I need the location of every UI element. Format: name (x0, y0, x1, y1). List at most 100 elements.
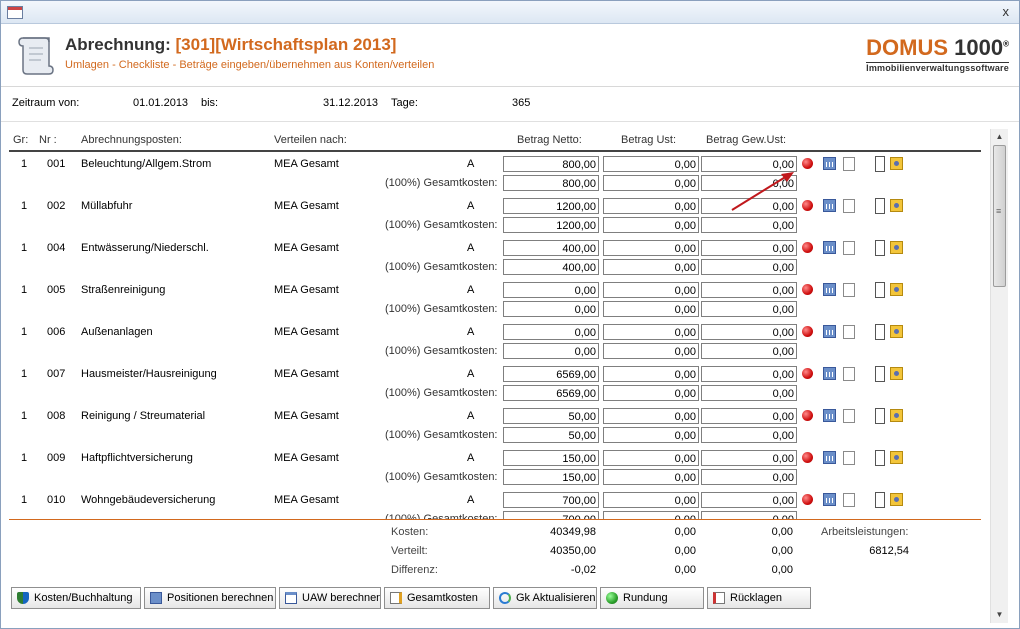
row-option-box[interactable] (875, 282, 885, 298)
row-checkbox[interactable] (843, 409, 855, 423)
calculator-icon[interactable] (823, 199, 836, 212)
record-dot-icon[interactable] (802, 158, 813, 169)
scroll-down-arrow[interactable]: ▼ (991, 607, 1008, 623)
gesamt-gew-input[interactable]: 0,00 (701, 343, 797, 359)
gesamt-ust-input[interactable]: 0,00 (603, 427, 699, 443)
vertical-scrollbar[interactable]: ▲ ▼ (990, 129, 1008, 623)
gesamt-netto-input[interactable]: 400,00 (503, 259, 599, 275)
row-checkbox[interactable] (843, 241, 855, 255)
gesamt-gew-input[interactable]: 0,00 (701, 217, 797, 233)
gesamt-netto-input[interactable]: 800,00 (503, 175, 599, 191)
ust-input[interactable]: 0,00 (603, 408, 699, 424)
record-dot-icon[interactable] (802, 368, 813, 379)
person-icon[interactable] (890, 451, 903, 464)
ust-input[interactable]: 0,00 (603, 324, 699, 340)
netto-input[interactable]: 0,00 (503, 324, 599, 340)
netto-input[interactable]: 700,00 (503, 492, 599, 508)
record-dot-icon[interactable] (802, 200, 813, 211)
gesamt-netto-input[interactable]: 6569,00 (503, 385, 599, 401)
person-icon[interactable] (890, 493, 903, 506)
netto-input[interactable]: 6569,00 (503, 366, 599, 382)
gew-ust-input[interactable]: 0,00 (701, 492, 797, 508)
calculator-icon[interactable] (823, 493, 836, 506)
row-option-box[interactable] (875, 156, 885, 172)
gesamt-gew-input[interactable]: 0,00 (701, 427, 797, 443)
row-checkbox[interactable] (843, 493, 855, 507)
gew-ust-input[interactable]: 0,00 (701, 324, 797, 340)
gesamt-gew-input[interactable]: 0,00 (701, 469, 797, 485)
calculator-icon[interactable] (823, 451, 836, 464)
gesamt-netto-input[interactable]: 0,00 (503, 301, 599, 317)
gesamt-ust-input[interactable]: 0,00 (603, 175, 699, 191)
netto-input[interactable]: 50,00 (503, 408, 599, 424)
row-checkbox[interactable] (843, 157, 855, 171)
ust-input[interactable]: 0,00 (603, 450, 699, 466)
gesamt-netto-input[interactable]: 700,00 (503, 511, 599, 519)
row-checkbox[interactable] (843, 325, 855, 339)
row-checkbox[interactable] (843, 283, 855, 297)
ust-input[interactable]: 0,00 (603, 198, 699, 214)
row-checkbox[interactable] (843, 451, 855, 465)
person-icon[interactable] (890, 325, 903, 338)
gesamt-netto-input[interactable]: 50,00 (503, 427, 599, 443)
close-button[interactable]: x (1003, 4, 1010, 19)
person-icon[interactable] (890, 241, 903, 254)
person-icon[interactable] (890, 367, 903, 380)
row-option-box[interactable] (875, 240, 885, 256)
ust-input[interactable]: 0,00 (603, 282, 699, 298)
button-kosten-buchhaltung[interactable]: Kosten/Buchhaltung (11, 587, 141, 609)
gesamt-ust-input[interactable]: 0,00 (603, 343, 699, 359)
record-dot-icon[interactable] (802, 242, 813, 253)
gew-ust-input[interactable]: 0,00 (701, 156, 797, 172)
gew-ust-input[interactable]: 0,00 (701, 408, 797, 424)
gesamt-ust-input[interactable]: 0,00 (603, 259, 699, 275)
calculator-icon[interactable] (823, 409, 836, 422)
gew-ust-input[interactable]: 0,00 (701, 198, 797, 214)
netto-input[interactable]: 150,00 (503, 450, 599, 466)
button-gk-aktualisieren[interactable]: Gk Aktualisieren (493, 587, 597, 609)
row-option-box[interactable] (875, 408, 885, 424)
scroll-thumb[interactable] (993, 145, 1006, 287)
person-icon[interactable] (890, 283, 903, 296)
gesamt-netto-input[interactable]: 0,00 (503, 343, 599, 359)
button-positionen-berechnen[interactable]: Positionen berechnen (144, 587, 276, 609)
netto-input[interactable]: 400,00 (503, 240, 599, 256)
scroll-up-arrow[interactable]: ▲ (991, 129, 1008, 145)
calculator-icon[interactable] (823, 367, 836, 380)
row-option-box[interactable] (875, 198, 885, 214)
ust-input[interactable]: 0,00 (603, 156, 699, 172)
person-icon[interactable] (890, 157, 903, 170)
button-rundung[interactable]: Rundung (600, 587, 704, 609)
record-dot-icon[interactable] (802, 494, 813, 505)
calculator-icon[interactable] (823, 241, 836, 254)
record-dot-icon[interactable] (802, 410, 813, 421)
row-option-box[interactable] (875, 492, 885, 508)
record-dot-icon[interactable] (802, 284, 813, 295)
person-icon[interactable] (890, 409, 903, 422)
button-uaw-berechnen[interactable]: UAW berechnen (279, 587, 381, 609)
gesamt-gew-input[interactable]: 0,00 (701, 511, 797, 519)
calculator-icon[interactable] (823, 325, 836, 338)
button-gesamtkosten[interactable]: Gesamtkosten (384, 587, 490, 609)
gesamt-gew-input[interactable]: 0,00 (701, 175, 797, 191)
row-checkbox[interactable] (843, 367, 855, 381)
netto-input[interactable]: 0,00 (503, 282, 599, 298)
gew-ust-input[interactable]: 0,00 (701, 282, 797, 298)
row-option-box[interactable] (875, 324, 885, 340)
button-rücklagen[interactable]: Rücklagen (707, 587, 811, 609)
ust-input[interactable]: 0,00 (603, 492, 699, 508)
ust-input[interactable]: 0,00 (603, 240, 699, 256)
calculator-icon[interactable] (823, 283, 836, 296)
gesamt-gew-input[interactable]: 0,00 (701, 385, 797, 401)
row-option-box[interactable] (875, 366, 885, 382)
gesamt-gew-input[interactable]: 0,00 (701, 259, 797, 275)
gesamt-gew-input[interactable]: 0,00 (701, 301, 797, 317)
gesamt-ust-input[interactable]: 0,00 (603, 385, 699, 401)
gesamt-ust-input[interactable]: 0,00 (603, 469, 699, 485)
record-dot-icon[interactable] (802, 326, 813, 337)
record-dot-icon[interactable] (802, 452, 813, 463)
gesamt-ust-input[interactable]: 0,00 (603, 511, 699, 519)
row-checkbox[interactable] (843, 199, 855, 213)
netto-input[interactable]: 800,00 (503, 156, 599, 172)
gew-ust-input[interactable]: 0,00 (701, 240, 797, 256)
